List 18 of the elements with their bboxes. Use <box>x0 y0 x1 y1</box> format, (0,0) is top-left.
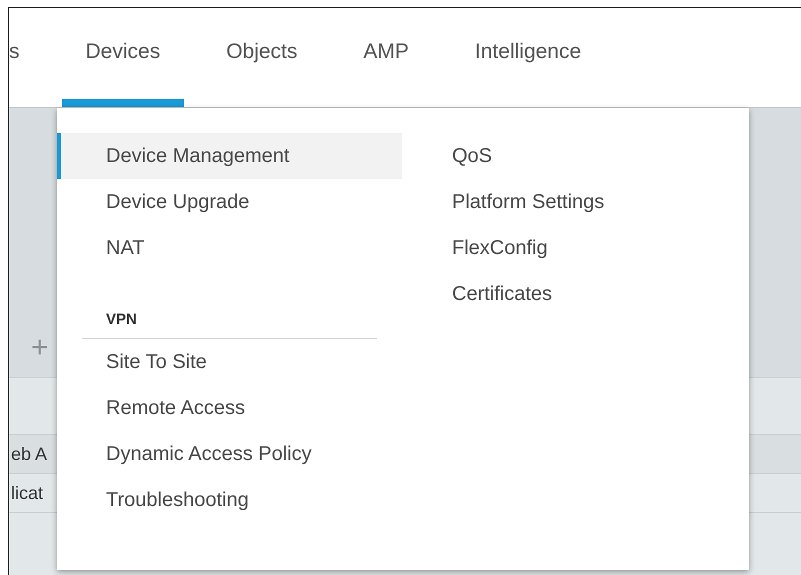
nav-tab[interactable]: Objects <box>202 8 322 107</box>
nav-tab[interactable]: AMP <box>339 8 433 107</box>
menu-item[interactable]: Dynamic Access Policy <box>57 431 402 477</box>
table-cell: eb A <box>11 444 48 464</box>
menu-item[interactable]: Site To Site <box>57 339 402 385</box>
section-title: VPN <box>106 311 137 328</box>
nav-tab[interactable]: Intelligence <box>450 8 606 107</box>
menu-item[interactable]: Platform Settings <box>402 179 604 225</box>
menu-item[interactable]: Device Upgrade <box>57 179 402 225</box>
menu-item[interactable]: Certificates <box>402 271 604 317</box>
menu-item[interactable]: Troubleshooting <box>57 477 402 523</box>
table-cell: licat <box>11 482 44 504</box>
menu-item[interactable]: Device Management <box>57 133 402 179</box>
menu-item[interactable]: NAT <box>57 225 402 271</box>
menu-item[interactable]: FlexConfig <box>402 225 604 271</box>
menu-item[interactable]: QoS <box>402 133 604 179</box>
menu-item[interactable]: Remote Access <box>57 385 402 431</box>
nav-tab[interactable]: s <box>9 8 44 107</box>
